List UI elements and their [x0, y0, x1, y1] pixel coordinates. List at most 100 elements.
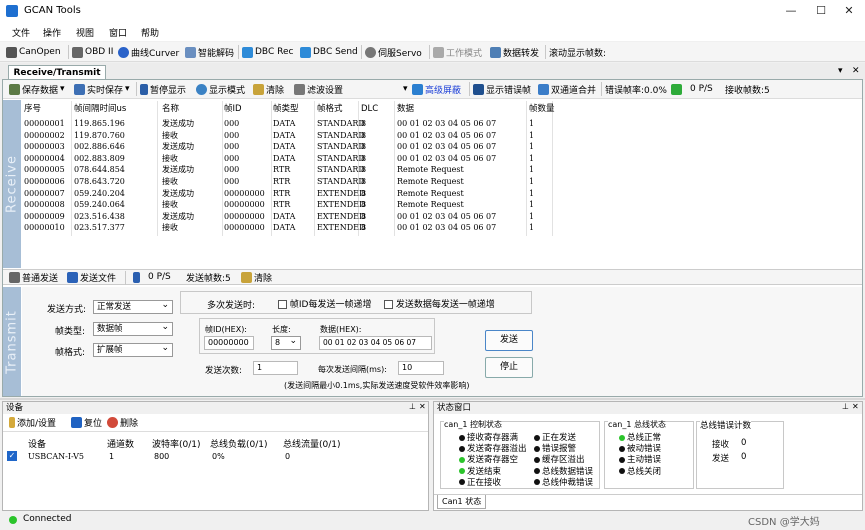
table-row[interactable]: 00000006 078.643.720 接收 000 RTR STANDARD 8 Remo…	[22, 176, 552, 187]
close-icon[interactable]: ✕	[852, 402, 859, 411]
table-row[interactable]: 00000008 059.240.064 接收 00000000 RTR EXTENDED…	[22, 199, 552, 210]
menu-view[interactable]: 视图	[76, 26, 94, 39]
table-row[interactable]: 00000004 002.883.809 接收 000 DATA STANDARD 8 00 …	[22, 153, 552, 164]
table-cell: 000	[224, 119, 240, 128]
transmit-toolbar: 普通发送 发送文件 0 P/S 发送帧数:5 清除	[3, 269, 862, 285]
col-frame-type[interactable]: 帧类型	[273, 101, 299, 117]
send-count-input[interactable]: 1	[253, 361, 298, 375]
col-dlc[interactable]: DLC	[361, 101, 378, 117]
pin-icon[interactable]: ⊥	[409, 402, 416, 411]
col-frame-id[interactable]: 帧ID	[224, 101, 242, 117]
menu-file[interactable]: 文件	[12, 26, 30, 39]
dev-col-baud[interactable]: 波特率(0/1)	[152, 437, 201, 450]
table-cell: 00000010	[24, 223, 65, 233]
inc-id-checkbox[interactable]: 帧ID每发送一帧递增	[278, 297, 371, 310]
minimize-icon[interactable]: —	[778, 3, 804, 19]
add-settings-button[interactable]: 添加/设置	[9, 415, 56, 429]
display-mode-button[interactable]: 显示模式	[196, 82, 245, 96]
close-icon[interactable]: ✕	[419, 402, 426, 411]
status-title: 状态窗口	[434, 402, 862, 414]
realtime-save-button[interactable]: 实时保存 ▾	[74, 82, 130, 96]
dev-col-load[interactable]: 总线负载(0/1)	[210, 437, 268, 450]
advanced-mask-button[interactable]: 高级屏蔽	[412, 82, 461, 96]
clear-button[interactable]: 清除	[253, 82, 284, 96]
show-error-frame-button[interactable]: 显示错误帧	[473, 82, 531, 96]
status-bar: Connected CSDN @学大妈	[0, 511, 865, 530]
send-button[interactable]: 发送	[485, 330, 533, 351]
tab-menu-icon[interactable]: ▾	[838, 66, 843, 76]
frame-id-input[interactable]: 00000000	[204, 336, 254, 350]
frame-type-select[interactable]: 数据帧	[93, 321, 173, 336]
interval-input[interactable]: 10	[398, 361, 444, 375]
reset-button[interactable]: 复位	[71, 415, 102, 429]
servo-button[interactable]: 伺服Servo	[365, 45, 422, 59]
menu-window[interactable]: 窗口	[109, 26, 127, 39]
inc-data-checkbox[interactable]: 发送数据每发送一帧递增	[384, 297, 495, 310]
table-row[interactable]: 00000005 078.644.854 发送成功 000 RTR STANDARD 8 Re…	[22, 164, 552, 175]
table-cell: 发送成功	[162, 211, 194, 221]
table-cell: 000	[224, 177, 240, 186]
delete-button[interactable]: 删除	[107, 415, 138, 429]
pause-display-button[interactable]: 暂停显示	[140, 82, 186, 96]
save-data-button[interactable]: 保存数据 ▾	[9, 82, 65, 96]
table-cell: 1	[529, 119, 535, 128]
save-icon	[9, 83, 20, 95]
col-count[interactable]: 帧数量	[529, 101, 555, 117]
frame-format-select[interactable]: 扩展帧	[93, 342, 173, 357]
data-hex-input[interactable]: 00 01 02 03 04 05 06 07	[319, 336, 432, 350]
table-cell: 8	[361, 153, 367, 163]
canopen-button[interactable]: CanOpen	[6, 45, 61, 59]
table-cell: RTR	[273, 165, 291, 175]
table-cell: 8	[361, 142, 367, 152]
pin-icon[interactable]: ⊥	[842, 402, 849, 411]
tab-close-icon[interactable]: ✕	[852, 66, 860, 76]
table-row[interactable]: 00000007 059.240.204 发送成功 00000000 RTR EXTEND…	[22, 188, 552, 199]
send-file-button[interactable]: 发送文件	[67, 270, 116, 284]
tx-clear-button[interactable]: 清除	[241, 270, 272, 284]
multi-send-label: 多次发送时:	[207, 301, 256, 311]
dbc-send-button[interactable]: DBC Send	[300, 45, 358, 59]
table-cell: 00000008	[24, 200, 65, 210]
work-mode-button[interactable]: 工作模式	[433, 45, 482, 59]
col-name[interactable]: 名称	[162, 101, 179, 117]
col-seq[interactable]: 序号	[24, 101, 41, 117]
send-mode-select[interactable]: 正常发送	[93, 299, 173, 314]
table-row[interactable]: 00000002 119.870.760 接收 000 DATA STANDARD 8 00 …	[22, 130, 552, 141]
obd-button[interactable]: OBD II	[72, 45, 113, 59]
status-indicator: 发送寄存器空	[459, 453, 518, 465]
tab-can1-status[interactable]: Can1 状态	[437, 495, 487, 509]
col-interval[interactable]: 帧间隔时间us	[74, 101, 126, 117]
table-cell: DATA	[273, 142, 296, 152]
table-cell: 00 01 02 03 04 05 06 07	[397, 119, 497, 128]
dbc-rec-button[interactable]: DBC Rec	[242, 45, 293, 59]
table-cell: 接收	[162, 200, 178, 210]
main-toolbar: CanOpen OBD II 曲线Curver 智能解码 DBC Rec DBC…	[0, 42, 865, 98]
menu-operate[interactable]: 操作	[43, 26, 61, 39]
length-select[interactable]: 8	[271, 335, 301, 350]
decode-button[interactable]: 智能解码	[185, 45, 234, 59]
col-data[interactable]: 数据	[397, 101, 414, 117]
col-frame-format[interactable]: 帧格式	[317, 101, 343, 117]
normal-send-button[interactable]: 普通发送	[9, 270, 58, 284]
close-icon[interactable]: ✕	[836, 3, 862, 19]
table-row[interactable]: 00000009 023.516.438 发送成功 00000000 DATA EXTEN…	[22, 211, 552, 222]
filter-settings-button[interactable]: 滤波设置 ▾	[294, 82, 408, 96]
dev-col-device[interactable]: 设备	[28, 437, 46, 450]
stop-button[interactable]: 停止	[485, 357, 533, 378]
tab-receive-transmit[interactable]: Receive/Transmit	[8, 65, 106, 80]
dev-col-traffic[interactable]: 总线流量(0/1)	[283, 437, 341, 450]
dev-col-channels[interactable]: 通道数	[107, 437, 134, 450]
table-row[interactable]: 00000010 023.517.377 接收 00000000 DATA EXTENDE…	[22, 222, 552, 233]
dual-channel-merge-button[interactable]: 双通道合并	[538, 82, 596, 96]
device-checkbox[interactable]: ✓	[7, 451, 17, 461]
table-row[interactable]: 00000003 002.886.646 发送成功 000 DATA STANDARD 8 0…	[22, 141, 552, 152]
error-count-title: 总线错误计数	[700, 419, 752, 431]
table-row[interactable]: 00000001 119.865.196 发送成功 000 DATA STANDARD 8 0…	[22, 118, 552, 129]
curver-button[interactable]: 曲线Curver	[118, 45, 179, 59]
menu-help[interactable]: 帮助	[141, 26, 159, 39]
bus-status-title: can_1 总线状态	[608, 419, 667, 430]
data-forward-button[interactable]: 数据转发	[490, 45, 539, 59]
table-cell: STANDARD	[317, 153, 365, 163]
maximize-icon[interactable]: ☐	[808, 3, 834, 19]
send-mode-label: 发送方式:	[47, 305, 87, 315]
